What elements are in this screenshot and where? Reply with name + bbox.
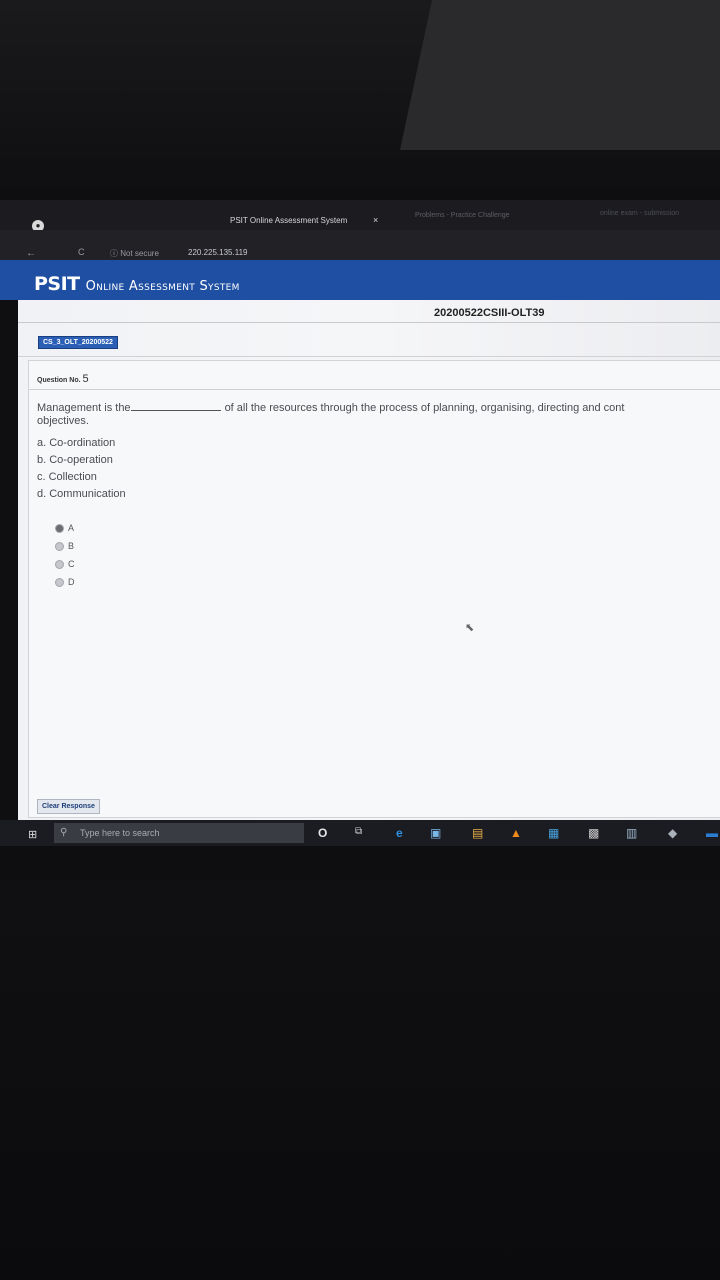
- answer-radio-a[interactable]: A: [55, 523, 75, 534]
- brand-psit: PSIT: [34, 273, 80, 295]
- tab-close-icon[interactable]: ×: [373, 215, 378, 225]
- store-icon[interactable]: ▦: [548, 826, 559, 840]
- divider: [18, 356, 720, 357]
- address-bar: ← C ⓘ Not secure 220.225.135.119: [0, 230, 720, 260]
- question-number-value: 5: [82, 373, 89, 385]
- app-icon[interactable]: ▩: [588, 826, 599, 840]
- radio-icon[interactable]: [55, 560, 64, 570]
- background-bottom: [0, 880, 720, 1280]
- question-text-line2: objectives.: [37, 415, 89, 427]
- exam-code: 20200522CSIII-OLT39: [434, 307, 545, 319]
- search-icon: ⚲: [60, 827, 68, 838]
- windows-start-icon[interactable]: ⊞: [28, 828, 37, 841]
- brand-subtitle: Online Assessment System: [85, 279, 240, 294]
- clear-response-button[interactable]: Clear Response: [37, 799, 100, 814]
- app-icon[interactable]: ▬: [706, 826, 718, 840]
- divider: [29, 389, 720, 390]
- taskbar-search-box[interactable]: ⚲ Type here to search: [54, 823, 304, 843]
- calculator-icon[interactable]: ▥: [626, 826, 637, 840]
- test-tag-button[interactable]: CS_3_OLT_20200522: [38, 336, 118, 349]
- option-text-b: b. Co-operation: [37, 454, 113, 466]
- folder-icon[interactable]: ▤: [472, 826, 483, 840]
- mouse-cursor-icon: ⬉: [465, 622, 475, 634]
- option-text-c: c. Collection: [37, 471, 97, 483]
- divider: [18, 322, 720, 323]
- answer-label-a: A: [68, 523, 75, 533]
- reload-icon[interactable]: C: [78, 247, 85, 257]
- tab-inactive-1[interactable]: Problems - Practice Challenge: [415, 212, 510, 219]
- radio-icon[interactable]: [55, 524, 64, 534]
- answer-label-b: B: [68, 541, 75, 551]
- radio-icon[interactable]: [55, 542, 64, 552]
- answer-label-c: C: [68, 559, 75, 569]
- tab-active-title[interactable]: PSIT Online Assessment System: [230, 216, 347, 225]
- question-text: Management is the of all the resources th…: [37, 403, 624, 414]
- file-explorer-icon[interactable]: ▣: [430, 826, 441, 840]
- background-top: [0, 0, 720, 200]
- edge-icon[interactable]: e: [396, 826, 403, 840]
- question-text-part2: of all the resources through the process…: [224, 402, 625, 414]
- monitor-screen: ● PSIT Online Assessment System × Proble…: [0, 200, 720, 880]
- question-number-label: Question No.: [37, 377, 81, 384]
- browser-tab-bar: ● PSIT Online Assessment System × Proble…: [0, 200, 720, 232]
- answer-radio-b[interactable]: B: [55, 541, 75, 552]
- question-blank: [130, 410, 221, 411]
- windows-taskbar: ⊞ ⚲ Type here to search O ⧉ e ▣ ▤ ▲ ▦ ▩ …: [0, 820, 720, 846]
- search-placeholder: Type here to search: [80, 828, 160, 838]
- url-field[interactable]: 220.225.135.119: [188, 248, 247, 257]
- info-icon: ⓘ: [110, 249, 121, 258]
- not-secure-label: Not secure: [120, 249, 159, 258]
- app-icon[interactable]: ◆: [668, 826, 677, 840]
- question-panel: Question No. 5 Management is the of all t…: [28, 360, 720, 818]
- tab-inactive-2[interactable]: online exam - submission: [600, 210, 679, 217]
- back-arrow-icon[interactable]: ←: [26, 248, 36, 259]
- security-indicator[interactable]: ⓘ Not secure: [110, 248, 159, 259]
- screen-bezel: [0, 846, 720, 880]
- background-wall: [400, 0, 720, 150]
- answer-radio-d[interactable]: D: [55, 577, 75, 588]
- radio-icon[interactable]: [55, 578, 64, 588]
- answer-label-d: D: [68, 577, 75, 587]
- site-brand: PSIT Online Assessment System: [34, 273, 240, 295]
- question-text-part1: Management is the: [37, 402, 131, 414]
- task-view-icon[interactable]: ⧉: [355, 826, 362, 837]
- cortana-icon[interactable]: O: [318, 826, 327, 840]
- exam-content: 20200522CSIII-OLT39 CS_3_OLT_20200522 Qu…: [18, 300, 720, 820]
- site-header: PSIT Online Assessment System: [0, 260, 720, 300]
- question-number: Question No. 5: [37, 373, 89, 385]
- answer-radio-c[interactable]: C: [55, 559, 75, 570]
- option-text-a: a. Co-ordination: [37, 437, 116, 449]
- vlc-icon[interactable]: ▲: [510, 826, 522, 840]
- option-text-d: d. Communication: [37, 488, 126, 500]
